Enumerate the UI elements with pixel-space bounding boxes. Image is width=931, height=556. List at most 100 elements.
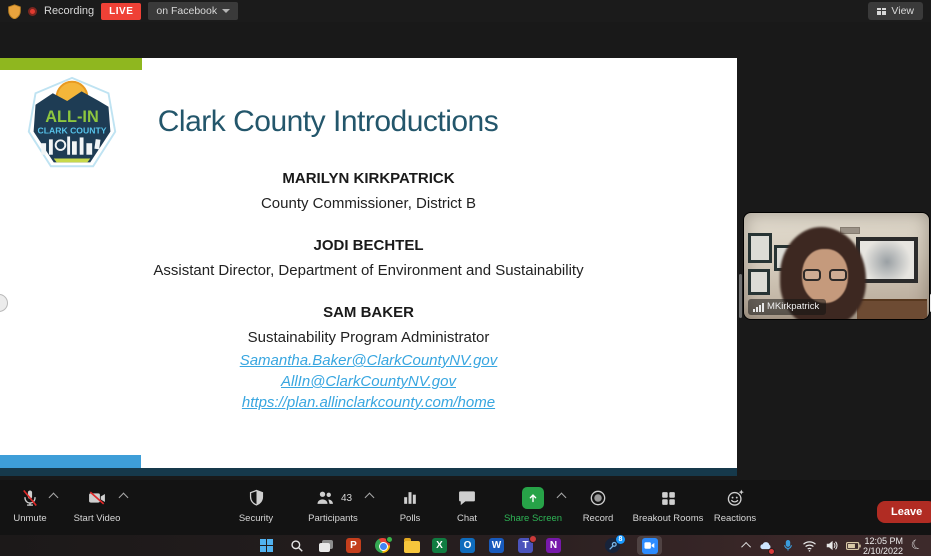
slide-title: Clark County Introductions <box>157 105 499 138</box>
email-link[interactable]: AllIn@ClarkCountyNV.gov <box>0 371 737 392</box>
tool-label: Security <box>238 513 274 524</box>
tool-label: Participants <box>308 513 358 524</box>
connection-signal-icon <box>753 303 764 312</box>
recording-indicator-icon <box>28 6 37 16</box>
tool-label: Breakout Rooms <box>632 513 704 524</box>
file-explorer-icon[interactable] <box>403 537 420 554</box>
focus-assist-moon-icon[interactable]: ☾ <box>909 535 925 554</box>
polls-icon <box>400 487 420 509</box>
steam-icon[interactable]: 8 <box>604 535 625 554</box>
breakout-rooms-button[interactable]: Breakout Rooms <box>626 487 710 524</box>
wifi-icon[interactable] <box>802 537 817 554</box>
clock-date: 2/10/2022 <box>862 546 903 556</box>
participant-video-thumbnail[interactable]: MKirkpatrick <box>743 212 930 320</box>
slide-green-accent-bar <box>0 58 142 70</box>
svg-text:CLARK COUNTY: CLARK COUNTY <box>38 126 107 136</box>
person-block: MARILYN KIRKPATRICK County Commissioner,… <box>0 166 737 216</box>
live-target-label: on Facebook <box>156 5 218 17</box>
windows-taskbar: P X O W T N 8 12:05 PM 2/10/2022 ☾ <box>0 535 931 556</box>
chat-button[interactable]: Chat <box>435 487 499 524</box>
view-grid-icon <box>877 7 887 15</box>
powerpoint-icon[interactable]: P <box>345 537 362 554</box>
clock-time: 12:05 PM <box>864 536 903 546</box>
onenote-icon[interactable]: N <box>545 537 562 554</box>
zoom-meeting-window: Recording LIVE on Facebook View ALL-IN C… <box>0 0 931 556</box>
view-button[interactable]: View <box>868 2 923 20</box>
onedrive-cloud-icon[interactable] <box>758 537 775 555</box>
security-shield-icon <box>247 487 266 509</box>
person-name: SAM BAKER <box>323 304 414 321</box>
security-button[interactable]: Security <box>224 487 288 524</box>
task-view-icon[interactable] <box>317 537 334 554</box>
participants-button[interactable]: 43 Participants <box>301 487 365 524</box>
reactions-button[interactable]: Reactions <box>703 487 767 524</box>
participants-options-chevron[interactable] <box>364 492 375 503</box>
tool-label: Unmute <box>13 513 47 524</box>
share-screen-button[interactable]: Share Screen <box>501 487 565 524</box>
participants-icon <box>317 491 333 504</box>
chrome-icon[interactable] <box>374 536 393 554</box>
person-block: JODI BECHTEL Assistant Director, Departm… <box>0 233 737 283</box>
person-block: SAM BAKER Sustainability Program Adminis… <box>0 300 737 413</box>
microphone-muted-icon <box>20 487 40 509</box>
tray-expand-chevron[interactable] <box>741 537 752 554</box>
tool-label: Start Video <box>73 513 121 524</box>
email-link[interactable]: Samantha.Baker@ClarkCountyNV.gov <box>0 350 737 371</box>
tool-label: Reactions <box>713 513 757 524</box>
tool-label: Record <box>582 513 614 524</box>
video-bg-frame <box>748 269 770 295</box>
person-role: Assistant Director, Department of Enviro… <box>153 262 584 279</box>
participant-name-badge: MKirkpatrick <box>748 299 827 315</box>
person-name: MARILYN KIRKPATRICK <box>282 170 455 187</box>
polls-button[interactable]: Polls <box>378 487 442 524</box>
slide-people-list: MARILYN KIRKPATRICK County Commissioner,… <box>0 166 737 430</box>
record-button[interactable]: Record <box>566 487 630 524</box>
tool-label: Share Screen <box>503 513 563 524</box>
start-video-button[interactable]: Start Video <box>65 487 129 524</box>
teams-icon[interactable]: T <box>517 535 537 554</box>
tool-label: Chat <box>456 513 478 524</box>
person-role: County Commissioner, District B <box>260 195 477 212</box>
topbar-status-group: Recording LIVE on Facebook <box>8 2 239 20</box>
participants-count: 43 <box>340 492 353 504</box>
caret-down-icon <box>222 9 231 13</box>
participant-name: MKirkpatrick <box>767 301 820 312</box>
meeting-topbar: Recording LIVE on Facebook View <box>0 0 931 22</box>
word-icon[interactable]: W <box>488 537 505 554</box>
share-screen-icon <box>522 487 544 509</box>
video-strip-scrollbar[interactable] <box>739 274 742 318</box>
person-role: Sustainability Program Administrator <box>247 329 490 346</box>
search-icon[interactable] <box>288 537 305 554</box>
meeting-toolbar: Unmute Start Video Security 43 Participa… <box>0 480 931 535</box>
camera-off-icon <box>86 487 108 509</box>
live-badge: LIVE <box>101 2 142 20</box>
zoom-app-icon[interactable] <box>637 536 662 555</box>
volume-icon[interactable] <box>825 537 839 554</box>
encryption-shield-icon[interactable] <box>8 3 21 19</box>
topbar-right-group: View <box>868 2 923 20</box>
website-link[interactable]: https://plan.allinclarkcounty.com/home <box>0 392 737 413</box>
recording-label: Recording <box>44 5 95 17</box>
breakout-rooms-icon <box>659 487 678 509</box>
leave-button[interactable]: Leave <box>877 501 931 523</box>
microphone-active-icon[interactable] <box>783 537 793 554</box>
record-icon <box>588 487 608 509</box>
tool-label: Polls <box>399 513 421 524</box>
participant-glasses <box>802 269 848 283</box>
person-name: JODI BECHTEL <box>313 237 424 254</box>
battery-icon[interactable] <box>846 537 861 554</box>
video-bg-frame <box>748 233 772 263</box>
outlook-icon[interactable]: O <box>459 537 476 554</box>
video-bg-dresser <box>857 299 927 319</box>
slide-blue-accent-bar <box>0 455 141 468</box>
excel-icon[interactable]: X <box>431 537 448 554</box>
shared-screen-stage: ALL-IN CLARK COUNTY Clark County Introdu… <box>0 22 931 480</box>
windows-start-icon[interactable] <box>258 537 275 554</box>
chat-bubble-icon <box>457 487 477 509</box>
reactions-smiley-icon <box>725 487 746 509</box>
live-target-dropdown[interactable]: on Facebook <box>148 2 239 20</box>
taskbar-clock[interactable]: 12:05 PM 2/10/2022 <box>863 536 903 556</box>
slide-teal-footer-bar <box>0 468 737 476</box>
presentation-slide: ALL-IN CLARK COUNTY Clark County Introdu… <box>0 58 737 476</box>
view-label: View <box>891 5 914 17</box>
